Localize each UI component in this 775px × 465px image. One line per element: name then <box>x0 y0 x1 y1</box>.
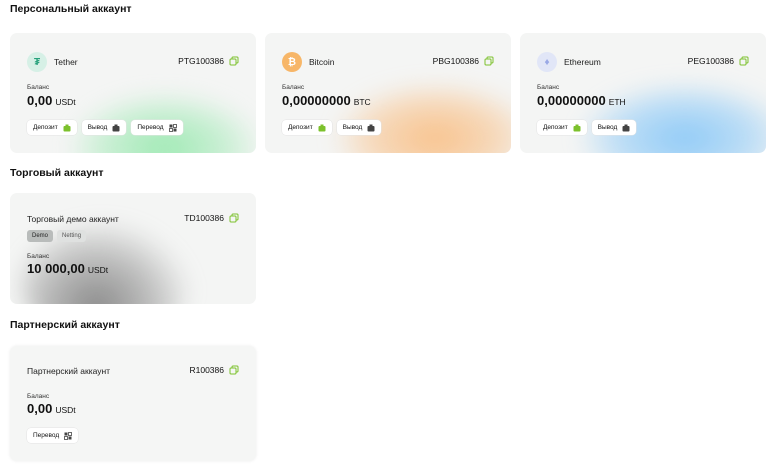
balance-currency: ETH <box>608 97 626 107</box>
withdraw-icon <box>367 124 375 131</box>
tag-netting: Netting <box>57 230 87 242</box>
account-card-trading-demo[interactable]: Торговый демо аккаунт TD100386 Demo Nett… <box>10 193 256 304</box>
balance-label: Баланс <box>27 393 50 400</box>
transfer-icon <box>64 431 73 440</box>
tag-demo: Demo <box>27 230 54 242</box>
withdraw-icon <box>112 124 120 131</box>
account-id: PEG100386 <box>688 56 749 66</box>
account-id: R100386 <box>189 365 239 375</box>
balance-amount: 0,00000000 <box>537 93 606 108</box>
account-id-text: PBG100386 <box>432 56 479 66</box>
deposit-icon <box>318 124 326 131</box>
account-id: PBG100386 <box>433 56 494 66</box>
deposit-button[interactable]: Депозит <box>27 120 77 135</box>
withdraw-label: Вывод <box>342 124 363 131</box>
balance-amount: 10 000,00 <box>27 261 85 276</box>
balance-amount: 0,00 <box>27 401 53 416</box>
account-id: PTG100386 <box>178 56 239 66</box>
balance-amount: 0,00000000 <box>282 93 351 108</box>
account-card-bitcoin[interactable]: ₿ Bitcoin PBG100386 Баланс 0,00000000 BT… <box>265 33 511 153</box>
deposit-label: Депозит <box>288 124 313 131</box>
transfer-label: Перевод <box>137 124 164 131</box>
balance-label: Баланс <box>282 84 305 91</box>
deposit-icon <box>573 124 581 131</box>
withdraw-label: Вывод <box>597 124 618 131</box>
account-id-text: TD100386 <box>184 213 224 223</box>
account-card-partner[interactable]: Партнерский аккаунт R100386 Баланс 0,00 … <box>10 346 256 461</box>
balance-currency: USDt <box>55 97 76 107</box>
tether-icon: ₮ <box>27 52 47 72</box>
deposit-icon <box>63 124 71 131</box>
transfer-icon <box>168 123 177 132</box>
section-title-partner: Партнерский аккаунт <box>10 319 120 331</box>
copy-icon[interactable] <box>229 365 239 375</box>
balance-value: 0,00 USDt <box>27 93 76 108</box>
transfer-button[interactable]: Перевод <box>131 120 183 135</box>
transfer-label: Перевод <box>33 432 60 439</box>
balance-value: 10 000,00 USDt <box>27 261 108 276</box>
account-id: TD100386 <box>184 213 239 223</box>
copy-icon[interactable] <box>229 56 239 66</box>
deposit-label: Депозит <box>33 124 58 131</box>
withdraw-icon <box>622 124 630 131</box>
balance-currency: USDt <box>87 265 109 275</box>
balance-label: Баланс <box>537 84 560 91</box>
ethereum-icon: ♦ <box>537 52 557 72</box>
account-name: Партнерский аккаунт <box>27 366 111 376</box>
account-card-tether[interactable]: ₮ Tether PTG100386 Баланс 0,00 USDt Депо… <box>10 33 256 153</box>
balance-value: 0,00000000 ETH <box>537 93 626 108</box>
withdraw-button[interactable]: Вывод <box>81 120 127 135</box>
balance-value: 0,00 USDt <box>27 401 76 416</box>
balance-currency: BTC <box>353 97 371 107</box>
copy-icon[interactable] <box>229 213 239 223</box>
deposit-label: Депозит <box>543 124 568 131</box>
balance-label: Баланс <box>27 253 50 260</box>
deposit-button[interactable]: Депозит <box>537 120 587 135</box>
account-name: Торговый демо аккаунт <box>27 214 119 224</box>
withdraw-button[interactable]: Вывод <box>336 120 382 135</box>
copy-icon[interactable] <box>484 56 494 66</box>
section-title-personal: Персональный аккаунт <box>10 3 132 15</box>
account-id-text: PTG100386 <box>178 56 224 66</box>
coin-name: Ethereum <box>564 57 601 67</box>
section-title-trading: Торговый аккаунт <box>10 167 104 179</box>
account-card-ethereum[interactable]: ♦ Ethereum PEG100386 Баланс 0,00000000 E… <box>520 33 766 153</box>
withdraw-label: Вывод <box>87 124 108 131</box>
withdraw-button[interactable]: Вывод <box>591 120 637 135</box>
bitcoin-icon: ₿ <box>282 52 302 72</box>
coin-name: Tether <box>54 57 78 67</box>
coin-name: Bitcoin <box>309 57 335 67</box>
balance-value: 0,00000000 BTC <box>282 93 371 108</box>
copy-icon[interactable] <box>739 56 749 66</box>
balance-currency: USDt <box>55 405 76 415</box>
deposit-button[interactable]: Депозит <box>282 120 332 135</box>
balance-label: Баланс <box>27 84 50 91</box>
account-id-text: PEG100386 <box>687 56 734 66</box>
balance-amount: 0,00 <box>27 93 53 108</box>
transfer-button[interactable]: Перевод <box>27 428 79 443</box>
account-id-text: R100386 <box>189 365 224 375</box>
